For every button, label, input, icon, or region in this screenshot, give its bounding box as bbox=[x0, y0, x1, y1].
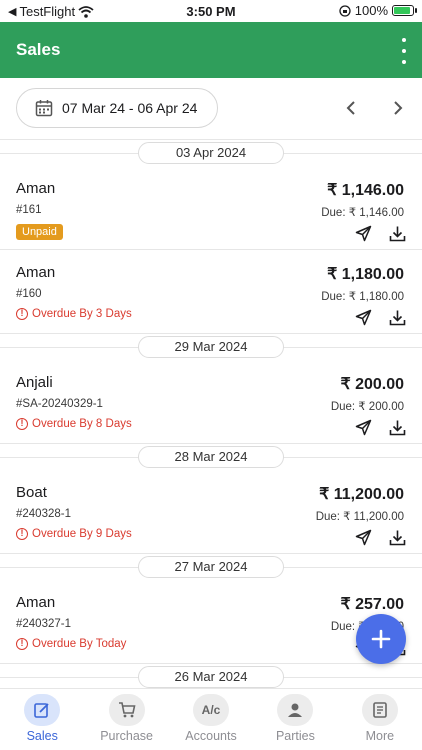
party-name: Aman bbox=[16, 264, 56, 281]
due-amount: Due: ₹ 1,180.00 bbox=[321, 291, 404, 303]
date-filter-bar: 07 Mar 24 - 06 Apr 24 bbox=[0, 78, 422, 140]
send-icon[interactable] bbox=[354, 308, 372, 326]
chevron-right-icon[interactable] bbox=[386, 96, 410, 120]
battery-charging-icon bbox=[392, 5, 417, 16]
tab-purchase[interactable]: Purchase bbox=[84, 689, 168, 750]
overdue-status: Overdue By 9 Days bbox=[16, 528, 132, 540]
invoice-number: #SA-20240329-1 bbox=[16, 398, 103, 410]
party-name: Aman bbox=[16, 180, 56, 197]
invoice-amount: ₹ 1,146.00 bbox=[327, 182, 404, 199]
party-name: Boat bbox=[16, 484, 47, 501]
alert-circle-icon bbox=[16, 308, 28, 320]
invoice-amount: ₹ 1,180.00 bbox=[327, 266, 404, 283]
status-bar-right: 100% bbox=[339, 3, 417, 18]
invoice-number: #240328-1 bbox=[16, 508, 71, 520]
alert-circle-icon bbox=[16, 418, 28, 430]
download-icon[interactable] bbox=[388, 528, 406, 546]
alert-circle-icon bbox=[16, 528, 28, 540]
invoice-number: #161 bbox=[16, 204, 42, 216]
tab-label: Accounts bbox=[185, 729, 237, 743]
download-icon[interactable] bbox=[388, 418, 406, 436]
date-separator: 26 Mar 2024 bbox=[0, 664, 422, 690]
invoice-list[interactable]: 03 Apr 2024 Aman #161 Unpaid ₹ 1,146.00 Due: … bbox=[0, 140, 422, 695]
invoice-row[interactable]: Anjali #SA-20240329-1 Overdue By 8 Days ₹ 2… bbox=[0, 360, 422, 444]
date-chip: 28 Mar 2024 bbox=[138, 446, 284, 468]
calendar-icon bbox=[35, 100, 53, 117]
alert-circle-icon bbox=[16, 638, 28, 650]
tab-accounts[interactable]: A/c Accounts bbox=[169, 689, 253, 750]
date-range-selector[interactable]: 07 Mar 24 - 06 Apr 24 bbox=[16, 88, 218, 128]
battery-percentage: 100% bbox=[354, 3, 388, 18]
due-amount: Due: ₹ 200.00 bbox=[330, 401, 404, 413]
overdue-status: Overdue By 8 Days bbox=[16, 418, 132, 430]
tab-label: Sales bbox=[26, 729, 58, 743]
party-name: Anjali bbox=[16, 374, 53, 391]
overdue-status: Overdue By Today bbox=[16, 638, 126, 650]
row-actions bbox=[354, 418, 406, 436]
bottom-navigation: Sales Purchase A/c Accounts Parties More bbox=[0, 688, 422, 750]
invoice-number: #160 bbox=[16, 288, 42, 300]
row-actions bbox=[354, 528, 406, 546]
accounts-icon: A/c bbox=[193, 694, 230, 726]
plus-icon bbox=[371, 629, 391, 649]
overdue-label: Overdue By Today bbox=[32, 638, 127, 650]
overdue-label: Overdue By 3 Days bbox=[32, 308, 132, 320]
download-icon[interactable] bbox=[388, 224, 406, 242]
invoice-row[interactable]: Aman #160 Overdue By 3 Days ₹ 1,180.00 Due: … bbox=[0, 250, 422, 334]
date-separator: 03 Apr 2024 bbox=[0, 140, 422, 166]
battery-level bbox=[394, 7, 410, 14]
date-separator: 28 Mar 2024 bbox=[0, 444, 422, 470]
more-vertical-icon[interactable] bbox=[398, 38, 410, 64]
app-bar: Sales bbox=[0, 22, 422, 78]
row-actions bbox=[354, 224, 406, 242]
party-name: Aman bbox=[16, 594, 56, 611]
status: Unpaid bbox=[16, 224, 63, 240]
tab-label: Purchase bbox=[100, 729, 154, 743]
send-icon[interactable] bbox=[354, 418, 372, 436]
tab-label: Parties bbox=[275, 729, 315, 743]
document-list-icon bbox=[361, 694, 398, 726]
overdue-label: Overdue By 9 Days bbox=[32, 528, 132, 540]
date-separator: 29 Mar 2024 bbox=[0, 334, 422, 360]
overdue-label: Overdue By 8 Days bbox=[32, 418, 132, 430]
tab-parties[interactable]: Parties bbox=[253, 689, 337, 750]
tab-sales[interactable]: Sales bbox=[0, 689, 84, 750]
date-chip: 27 Mar 2024 bbox=[138, 556, 284, 578]
date-chip: 26 Mar 2024 bbox=[138, 666, 284, 688]
send-icon[interactable] bbox=[354, 528, 372, 546]
unpaid-badge: Unpaid bbox=[16, 224, 63, 240]
invoice-amount: ₹ 11,200.00 bbox=[319, 486, 404, 503]
due-amount: Due: ₹ 1,146.00 bbox=[321, 207, 404, 219]
person-icon bbox=[277, 694, 314, 726]
tab-more[interactable]: More bbox=[338, 689, 422, 750]
lock-rotation-icon bbox=[339, 4, 351, 17]
date-separator: 27 Mar 2024 bbox=[0, 554, 422, 580]
cart-icon bbox=[108, 694, 145, 726]
send-icon[interactable] bbox=[354, 224, 372, 242]
invoice-row[interactable]: Boat #240328-1 Overdue By 9 Days ₹ 11,200.0… bbox=[0, 470, 422, 554]
chevron-left-icon[interactable] bbox=[339, 96, 363, 120]
edit-document-icon bbox=[24, 694, 61, 726]
overdue-status: Overdue By 3 Days bbox=[16, 308, 132, 320]
download-icon[interactable] bbox=[388, 308, 406, 326]
status-bar: ◀ TestFlight 3:50 PM 100% bbox=[0, 0, 422, 22]
invoice-number: #240327-1 bbox=[16, 618, 71, 630]
date-chip: 29 Mar 2024 bbox=[138, 336, 284, 358]
date-chip: 03 Apr 2024 bbox=[138, 142, 284, 164]
date-range-label: 07 Mar 24 - 06 Apr 24 bbox=[62, 100, 198, 116]
page-title: Sales bbox=[16, 40, 61, 59]
tab-label: More bbox=[365, 729, 395, 743]
add-sale-button[interactable] bbox=[356, 614, 406, 664]
invoice-amount: ₹ 200.00 bbox=[340, 376, 404, 393]
row-actions bbox=[354, 308, 406, 326]
invoice-row[interactable]: Aman #161 Unpaid ₹ 1,146.00 Due: ₹ 1,146.00 bbox=[0, 166, 422, 250]
due-amount: Due: ₹ 11,200.00 bbox=[315, 511, 404, 523]
invoice-amount: ₹ 257.00 bbox=[340, 596, 404, 613]
